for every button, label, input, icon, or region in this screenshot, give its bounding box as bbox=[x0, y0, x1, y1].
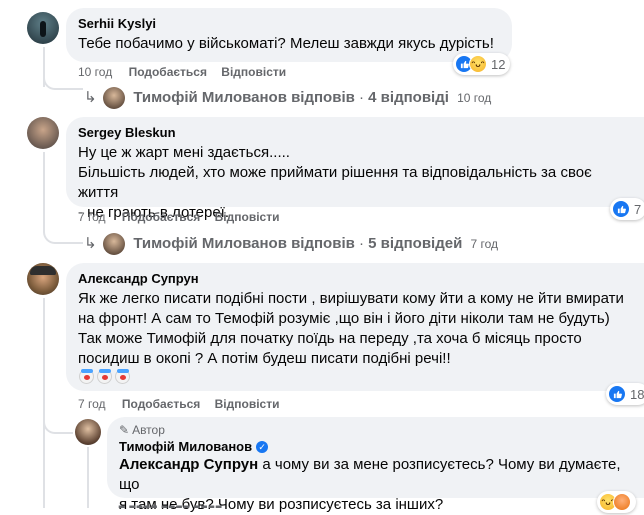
verified-badge-icon: ✓ bbox=[256, 441, 269, 453]
like-button[interactable]: Подобається bbox=[129, 65, 207, 79]
replies-time: 7 год bbox=[470, 236, 499, 251]
avatar[interactable] bbox=[27, 263, 59, 295]
author-badge-label: Автор bbox=[132, 423, 165, 437]
comment-meta: 7 год Подобається Відповісти bbox=[78, 397, 279, 411]
replies-time: 10 год bbox=[457, 90, 492, 105]
comment-text-line: Більшість людей, хто може приймати рішен… bbox=[78, 164, 592, 201]
reply-arrow-icon: ↳ bbox=[84, 234, 97, 252]
comment-author[interactable]: Sergey Bleskun bbox=[78, 125, 632, 141]
haha-reaction-icon: ᵔᴗᵔ bbox=[469, 55, 487, 73]
comment-author[interactable]: Serhii Kyslyi bbox=[78, 16, 500, 32]
reaction-count: 18 bbox=[630, 386, 644, 402]
angry-reaction-icon bbox=[613, 493, 631, 511]
comment-text: Тебе побачимо у військоматі? Мелеш завжд… bbox=[78, 35, 494, 52]
clown-emoji-icon bbox=[97, 369, 112, 384]
reply-button[interactable]: Відповісти bbox=[221, 65, 286, 79]
like-reaction-icon bbox=[608, 385, 626, 403]
avatar[interactable] bbox=[27, 12, 59, 44]
reply-button[interactable]: Відповісти bbox=[215, 397, 280, 411]
comment-meta: 7 год Подобається Відповісти bbox=[78, 210, 279, 224]
view-replies-link[interactable]: ↳ Тимофій Милованов відповів · 5 відпові… bbox=[84, 233, 498, 255]
reaction-summary[interactable]: 18 bbox=[606, 383, 644, 405]
replied-author: Тимофій Милованов відповів bbox=[133, 88, 355, 106]
comment-bubble: Serhii Kyslyi Тебе побачимо у військомат… bbox=[66, 8, 512, 62]
comment-time[interactable]: 10 год bbox=[78, 65, 112, 79]
mention-link[interactable]: Александр Супрун bbox=[119, 456, 258, 473]
clown-emoji-icon bbox=[115, 369, 130, 384]
reaction-summary[interactable]: ᵔᴗᵔ bbox=[597, 491, 636, 513]
thread-connector bbox=[43, 60, 83, 90]
comment-text-line: Так може Тимофій для початку поїдь на пе… bbox=[78, 330, 582, 347]
comment-bubble: Александр Супрун Як же легко писати поді… bbox=[66, 263, 644, 391]
reaction-summary[interactable]: ᵔᴗᵔ 12 bbox=[453, 53, 511, 75]
thread-connector bbox=[43, 212, 83, 244]
comment-text-line: посидиш в окопі ? А потім будеш писати п… bbox=[78, 350, 451, 367]
comment-meta: 10 год Подобається Відповісти bbox=[78, 65, 286, 79]
comment-meta-partial: ■ ■■■■ ■■■■ ■■■■ bbox=[118, 501, 223, 508]
comment-text-line: на фронт! А сам то Темофій розуміє ,що в… bbox=[78, 310, 610, 327]
like-button[interactable]: Подобається bbox=[122, 210, 200, 224]
author-badge: ✎ Автор bbox=[119, 423, 632, 437]
thread-connector bbox=[43, 405, 73, 434]
like-reaction-icon bbox=[612, 200, 630, 218]
comment-text-line: Як же легко писати подібні пости , виріш… bbox=[78, 290, 624, 307]
replies-count: 4 відповіді bbox=[368, 88, 449, 106]
replies-count: 5 відповідей bbox=[368, 234, 463, 252]
comment-author[interactable]: Александр Супрун bbox=[78, 271, 632, 287]
reply-bubble: ✎ Автор Тимофій Милованов ✓ Александр Суп… bbox=[107, 417, 644, 513]
comment-text-line: Ну це ж жарт мені здається..... bbox=[78, 144, 290, 161]
avatar bbox=[103, 233, 126, 255]
avatar[interactable] bbox=[75, 419, 101, 445]
view-replies-link[interactable]: ↳ Тимофій Милованов відповів · 4 відпові… bbox=[84, 87, 491, 109]
reaction-count: 12 bbox=[491, 56, 506, 72]
comment-text-line: Александр Супрун а чому ви за мене розпи… bbox=[119, 455, 632, 495]
thread-line bbox=[87, 447, 89, 508]
comment-bubble: Sergey Bleskun Ну це ж жарт мені здаєтьс… bbox=[66, 117, 644, 221]
clown-emoji-icon bbox=[79, 369, 94, 384]
comment-time[interactable]: 7 год bbox=[78, 397, 106, 411]
reaction-summary[interactable]: 7 bbox=[610, 198, 644, 220]
comment-author[interactable]: Тимофій Милованов bbox=[119, 439, 252, 455]
reply-button[interactable]: Відповісти bbox=[215, 210, 280, 224]
thread-line bbox=[43, 298, 45, 508]
reaction-count: 7 bbox=[634, 201, 642, 217]
pen-icon: ✎ bbox=[119, 423, 130, 437]
reply-arrow-icon: ↳ bbox=[84, 88, 97, 106]
like-button[interactable]: Подобається bbox=[122, 397, 200, 411]
avatar bbox=[103, 87, 126, 109]
replied-author: Тимофій Милованов відповів bbox=[133, 234, 355, 252]
avatar[interactable] bbox=[27, 117, 59, 149]
